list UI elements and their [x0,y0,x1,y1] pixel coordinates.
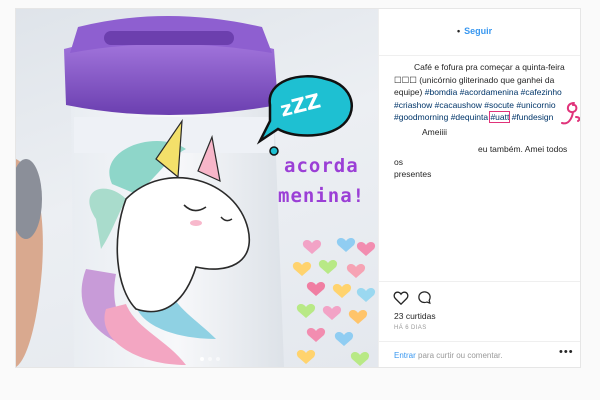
instagram-post: zZZ acorda menina! • Seguir Café e fofura… [15,8,581,368]
comment-1: Ameiiii [422,126,448,137]
separator-dot: • [457,26,461,36]
handwritten-scribble-icon [561,102,580,125]
hashtag-uatt[interactable]: #uatt [489,111,511,123]
post-header: • Seguir [379,9,580,56]
doodle-text-line1: acorda [284,155,359,177]
heart-icon[interactable] [393,290,409,305]
comment-2: eu também. Amei todos os presentes [394,143,576,181]
more-options-button[interactable]: ••• [559,346,574,358]
hearts-decoration [292,238,376,366]
post-photo[interactable]: zZZ acorda menina! [16,9,378,367]
carousel-dot [216,357,220,361]
login-prompt-text: para curtir ou comentar. [418,351,503,360]
doodle-text-line2: menina! [278,185,366,207]
hashtag-fundesign[interactable]: #fundesign [512,112,554,122]
caption-area: Café e fofura pra começar a quinta-feira… [394,61,576,181]
carousel-dot [200,357,204,361]
carousel-dots [200,357,220,361]
carousel-dot [208,357,212,361]
follow-button[interactable]: • Seguir [457,26,492,36]
caption-text: Café e fofura pra começar a quinta-feira… [394,61,576,124]
comment-2-line2: presentes [394,169,432,179]
action-bar [379,281,580,305]
likes-count[interactable]: 23 curtidas [394,311,436,321]
post-date: HÁ 6 DIAS [394,325,427,331]
post-sidebar: • Seguir Café e fofura pra começar a quin… [378,9,580,367]
login-link[interactable]: Entrar [394,351,416,360]
comment-icon[interactable] [417,290,432,305]
comment-bar: Entrar para curtir ou comentar. ••• [379,341,580,367]
follow-label: Seguir [464,26,493,36]
comment-2-line1: eu também. Amei todos os [394,144,568,167]
